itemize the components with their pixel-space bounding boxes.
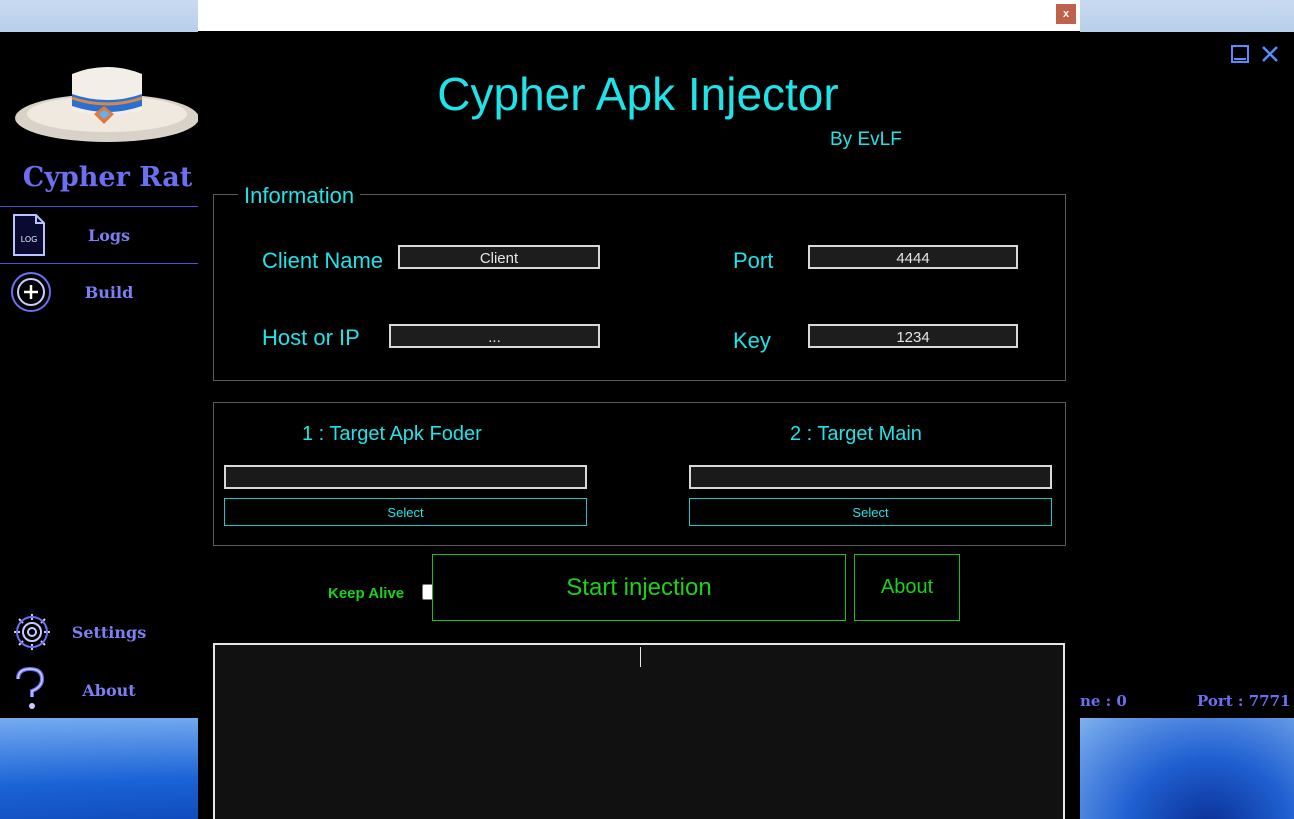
window-controls [1230,44,1280,64]
status-port: Port : 7771 [1197,692,1291,710]
injector-titlebar[interactable]: x [198,0,1080,32]
sidebar-item-about-label: About [82,680,136,700]
key-label: Key [733,328,771,353]
port-label: Port [733,248,774,273]
app-title: Cypher Rat [22,162,193,193]
sidebar-item-logs[interactable]: LOG Logs [0,206,198,264]
status-bar: ne : 0 Port : 7771 [1080,690,1294,714]
key-field[interactable]: 1234 [808,324,1018,348]
target-apk-folder-label: 1 : Target Apk Foder [302,423,482,445]
sidebar-item-settings[interactable]: Settings [0,604,198,660]
injector-dialog: Cypher Apk Injector By EvLF Information … [198,31,1080,819]
sidebar-item-build[interactable]: Build [0,264,198,320]
information-group: Information Client Name Client Port 4444… [213,185,1066,381]
information-legend: Information [238,185,361,207]
start-injection-button[interactable]: Start injection [432,554,846,621]
select-apk-folder-button[interactable]: Select [224,498,587,526]
host-label: Host or IP [262,325,360,350]
status-count: ne : 0 [1080,692,1127,710]
client-name-label: Client Name [262,248,384,273]
dialog-title: Cypher Apk Injector [437,68,839,120]
log-output-textarea[interactable] [213,643,1065,819]
sidebar: Cypher Rat LOG Logs Build Settings About [0,32,199,718]
dialog-byline: By EvLF [830,129,902,150]
keep-alive-label: Keep Alive [328,585,405,602]
about-button[interactable]: About [854,554,960,621]
target-main-label: 2 : Target Main [790,423,922,445]
target-main-field[interactable] [689,465,1052,489]
select-main-button[interactable]: Select [689,498,1052,526]
text-caret [640,647,641,667]
sidebar-item-build-label: Build [84,282,134,302]
client-name-field[interactable]: Client [398,245,600,269]
close-icon[interactable] [1260,44,1280,64]
host-field[interactable]: ... [389,324,600,348]
sidebar-item-logs-label: Logs [87,225,131,245]
dialog-close-button[interactable]: x [1056,4,1076,24]
minimize-icon[interactable] [1230,44,1250,64]
hat-logo-icon [15,67,199,142]
sidebar-item-settings-label: Settings [71,622,147,642]
target-group: 1 : Target Apk Foder 2 : Target Main Sel… [213,402,1066,546]
sidebar-item-about[interactable]: About [0,662,198,718]
target-apk-folder-field[interactable] [224,465,587,489]
port-field[interactable]: 4444 [808,245,1018,269]
